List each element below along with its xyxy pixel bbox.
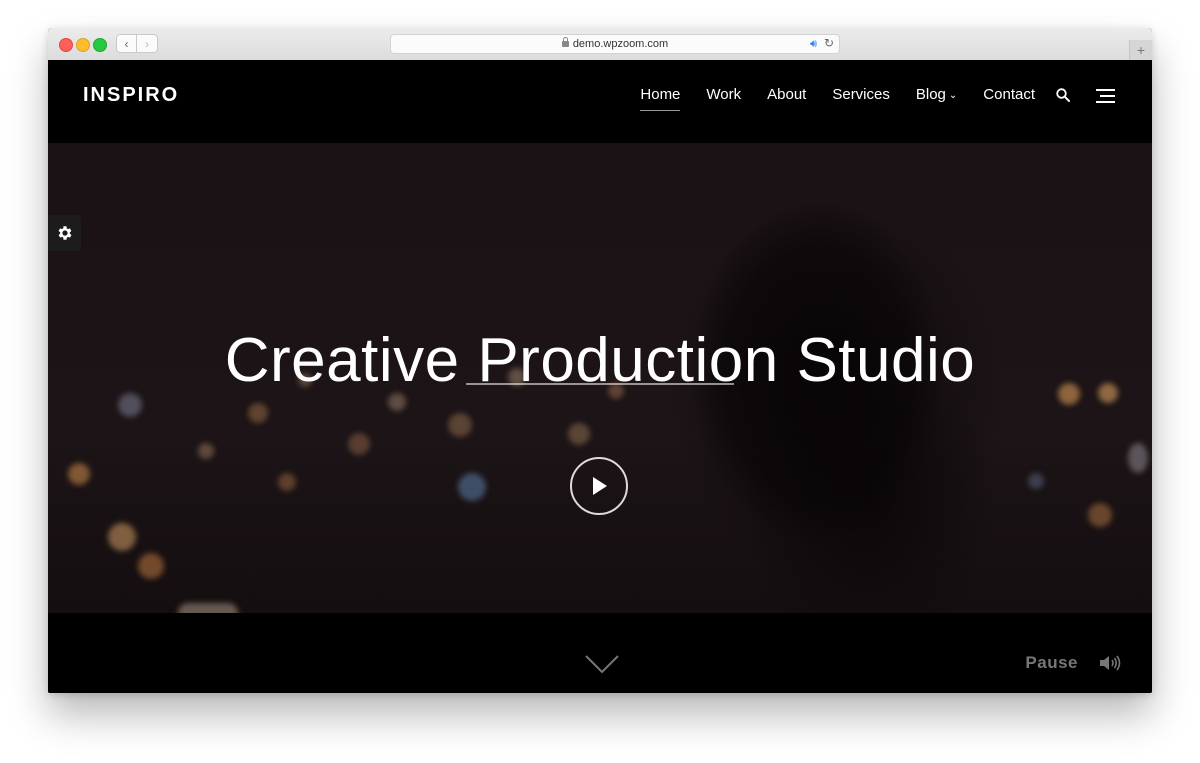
reload-icon[interactable]: ↻ [824, 36, 834, 50]
bokeh-light [1128, 443, 1148, 473]
play-icon [593, 477, 607, 495]
nav-about[interactable]: About [767, 86, 806, 103]
hamburger-menu-icon[interactable] [1096, 89, 1115, 103]
close-window-button[interactable] [59, 38, 73, 52]
url-text: demo.wpzoom.com [572, 38, 669, 50]
chevron-down-icon: ⌄ [948, 90, 958, 101]
zoom-window-button[interactable] [93, 38, 107, 52]
gear-icon [58, 226, 71, 240]
chevron-down-icon[interactable] [584, 653, 620, 675]
bokeh-light [178, 603, 238, 613]
history-navigation: ‹ › [116, 34, 160, 54]
settings-toggle[interactable] [48, 215, 81, 251]
chevron-left-icon: ‹ [124, 36, 129, 51]
bokeh-light [278, 473, 296, 491]
browser-toolbar: ‹ › demo.wpzoom.com 🔊︎ ↻ + [48, 28, 1152, 61]
bokeh-light [388, 393, 406, 411]
bokeh-light [1028, 473, 1044, 489]
browser-window: ‹ › demo.wpzoom.com 🔊︎ ↻ + INSPIRO Home … [48, 28, 1152, 693]
hero-divider [466, 383, 734, 385]
address-display: demo.wpzoom.com [391, 37, 839, 50]
bokeh-light [568, 423, 590, 445]
volume-icon[interactable] [1098, 654, 1122, 672]
nav-home[interactable]: Home [640, 86, 681, 111]
nav-blog-label: Blog [915, 86, 946, 103]
bokeh-light [1088, 503, 1112, 527]
hero-section: Creative Production Studio [48, 143, 1152, 613]
hero-controls-bar: Pause [48, 613, 1152, 693]
bokeh-light [348, 433, 370, 455]
minimize-window-button[interactable] [76, 38, 90, 52]
back-button[interactable]: ‹ [116, 34, 137, 53]
nav-work[interactable]: Work [706, 86, 741, 103]
nav-contact[interactable]: Contact [983, 86, 1035, 103]
site-logo[interactable]: INSPIRO [83, 84, 179, 107]
nav-services[interactable]: Services [832, 86, 890, 103]
bokeh-light [458, 473, 486, 501]
main-navigation: Home Work About Services Blog ⌄ Contact [640, 86, 1035, 111]
bokeh-light [68, 463, 90, 485]
chevron-right-icon: › [145, 36, 149, 51]
speaker-icon[interactable]: 🔊︎ [810, 38, 817, 51]
bokeh-light [198, 443, 214, 459]
site-header: INSPIRO Home Work About Services Blog ⌄ C… [48, 60, 1152, 143]
pause-button[interactable]: Pause [1025, 653, 1078, 673]
bokeh-light [108, 523, 136, 551]
forward-button[interactable]: › [137, 34, 158, 53]
bokeh-light [118, 393, 142, 417]
play-video-button[interactable] [570, 457, 628, 515]
bokeh-light [138, 553, 164, 579]
new-tab-button[interactable]: + [1129, 40, 1152, 60]
nav-blog[interactable]: Blog ⌄ [916, 86, 957, 103]
bokeh-light [448, 413, 472, 437]
lock-icon [561, 37, 569, 47]
bokeh-light [248, 403, 268, 423]
search-icon[interactable] [1056, 88, 1070, 102]
address-bar[interactable]: demo.wpzoom.com 🔊︎ ↻ [390, 34, 840, 54]
